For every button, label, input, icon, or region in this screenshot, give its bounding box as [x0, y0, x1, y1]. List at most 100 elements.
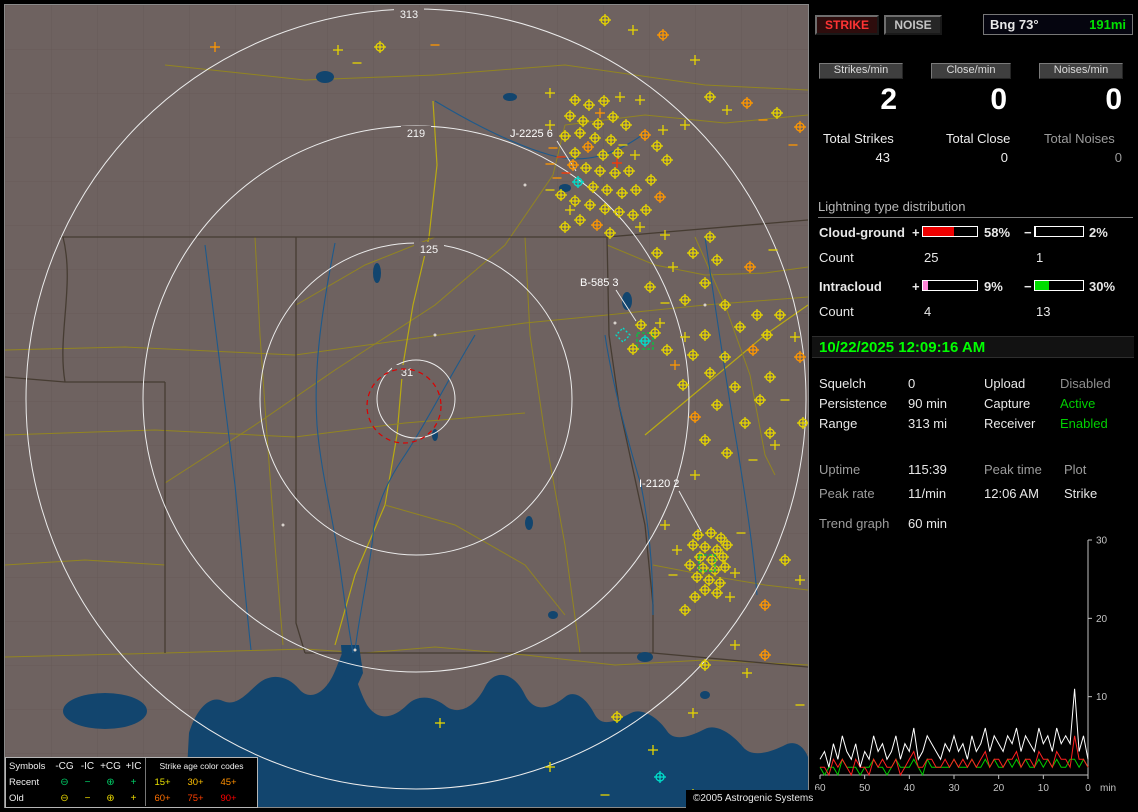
close-per-min-header: Close/min — [931, 63, 1011, 79]
legend-age-code: 60+ — [154, 792, 171, 804]
cg-label: Cloud-ground — [819, 225, 905, 240]
status-panel: STRIKE NOISE Bng 73° 191mi Strikes/min C… — [812, 0, 1138, 812]
trend-x-tick-label: 40 — [904, 783, 916, 794]
peak-time-value: 12:06 AM — [984, 486, 1039, 501]
cg-neg-count: 1 — [1036, 250, 1044, 265]
range-value: 313 mi — [908, 416, 948, 431]
total-strikes-value: 43 — [875, 150, 890, 165]
legend-age-code: 30+ — [187, 776, 204, 788]
trend-y-tick-label: 30 — [1096, 536, 1108, 547]
legend-column-header: -CG — [55, 760, 74, 772]
total-noises-label: Total Noises — [1044, 131, 1115, 146]
storm-cell-label: J-2225 6 — [510, 128, 553, 140]
map-canvas[interactable]: 31 125 219 313 J-2225 6 B-585 3 I-2120 2 — [4, 4, 809, 808]
cg-pos-bar-fill — [923, 227, 955, 236]
cg-neg-bar — [1034, 226, 1084, 237]
legend-age-code: 45+ — [220, 776, 237, 788]
legend-strike-symbol: + — [130, 776, 137, 788]
legend-row-label: Old — [9, 792, 24, 804]
trend-graph: 30201060 50 40 30 20 10 0 min — [814, 536, 1116, 795]
noises-per-min-header: Noises/min — [1039, 63, 1123, 79]
legend-strike-symbol: − — [84, 776, 91, 788]
ic-pos-count: 4 — [924, 304, 932, 319]
capture-label: Capture — [984, 396, 1031, 411]
peak-time-label: Peak time — [984, 462, 1042, 477]
plot-label: Plot — [1064, 462, 1087, 477]
copyright-label: ©2005 Astrogenic Systems — [686, 790, 821, 808]
legend-age-code: 75+ — [187, 792, 204, 804]
peak-rate-label: Peak rate — [819, 486, 875, 501]
cg-neg-pct: 2% — [1089, 225, 1108, 240]
receiver-status: Enabled — [1060, 416, 1108, 431]
legend-strike-symbol: ⊕ — [106, 776, 115, 788]
uptime-label: Uptime — [819, 462, 861, 477]
distance-value: 191mi — [1089, 17, 1126, 32]
cg-neg-bar-fill — [1035, 227, 1036, 236]
cg-pos-bar — [922, 226, 978, 237]
persistence-value: 90 min — [908, 396, 948, 411]
legend-column-header: -IC — [80, 760, 95, 772]
noise-mode-button[interactable]: NOISE — [884, 15, 942, 35]
cg-pos-pct: 58% — [984, 225, 1011, 240]
storm-cell-label: B-585 3 — [580, 277, 619, 289]
total-strikes-label: Total Strikes — [823, 131, 894, 146]
plot-value: Strike — [1064, 486, 1098, 501]
receiver-label: Receiver — [984, 416, 1036, 431]
legend-age-code: 15+ — [154, 776, 171, 788]
legend-strike-symbol: ⊕ — [106, 792, 115, 804]
cg-plus-sign: + — [912, 225, 920, 240]
upload-status: Disabled — [1060, 376, 1111, 391]
capture-status: Active — [1060, 396, 1096, 411]
trend-x-unit-label: min — [1100, 783, 1116, 794]
legend-strike-symbol: ⊖ — [60, 776, 69, 788]
trend-series-cloud-ground — [820, 735, 1089, 777]
trend-x-tick-label: 30 — [948, 783, 960, 794]
ring-label: 219 — [407, 128, 425, 140]
strikes-per-min-value: 2 — [880, 83, 897, 116]
uptime-value: 115:39 — [908, 462, 947, 477]
noises-per-min-value: 0 — [1105, 83, 1122, 116]
cg-count-label: Count — [819, 250, 854, 265]
map-legend: Symbols -CG -IC +CG +IC Strike age color code… — [5, 757, 258, 808]
trend-x-tick-label: 20 — [993, 783, 1005, 794]
storm-cell-label: I-2120 2 — [639, 478, 679, 490]
ic-neg-pct: 30% — [1089, 279, 1116, 294]
trend-series-total-strikes — [819, 688, 1089, 768]
ic-neg-bar — [1034, 280, 1084, 291]
total-close-label: Total Close — [946, 131, 1011, 146]
ic-neg-count: 13 — [1036, 304, 1051, 319]
ring-label: 313 — [400, 9, 418, 21]
range-label: Range — [819, 416, 858, 431]
trend-graph-label: Trend graph — [819, 516, 890, 531]
legend-age-header: Strike age color codes — [159, 761, 244, 771]
squelch-value: 0 — [908, 376, 916, 391]
lightning-map: 31125219313 J-2225 6B-585 3I-2120 2 — [5, 5, 808, 807]
legend-column-header: +CG — [100, 760, 121, 772]
distribution-title: Lightning type distribution — [818, 199, 1133, 218]
legend-symbols-header: Symbols — [9, 760, 46, 772]
legend-row-label: Recent — [9, 776, 40, 788]
ic-count-label: Count — [819, 304, 854, 319]
cg-pos-count: 25 — [924, 250, 939, 265]
close-per-min-value: 0 — [990, 83, 1007, 116]
peak-rate-value: 11/min — [908, 486, 947, 501]
datetime-display: 10/22/2025 12:09:16 AM — [812, 336, 1134, 358]
cg-minus-sign: − — [1024, 225, 1032, 240]
trend-x-tick-label: 50 — [859, 783, 871, 794]
ring-label: 125 — [420, 244, 438, 256]
ic-neg-bar-fill — [1035, 281, 1050, 290]
trend-window-value: 60 min — [908, 516, 948, 531]
legend-age-code: 90+ — [220, 792, 237, 804]
ic-pos-bar-fill — [923, 281, 928, 290]
persistence-label: Persistence — [819, 396, 887, 411]
upload-label: Upload — [984, 376, 1026, 391]
squelch-label: Squelch — [819, 376, 866, 391]
strike-mode-button[interactable]: STRIKE — [815, 15, 879, 35]
total-noises-value: 0 — [1114, 150, 1122, 165]
legend-strike-symbol: ⊖ — [60, 792, 69, 804]
ic-minus-sign: − — [1024, 279, 1032, 294]
ic-pos-pct: 9% — [984, 279, 1003, 294]
strikes-per-min-header: Strikes/min — [819, 63, 903, 79]
trend-y-tick-label: 10 — [1096, 692, 1108, 703]
ic-pos-bar — [922, 280, 978, 291]
